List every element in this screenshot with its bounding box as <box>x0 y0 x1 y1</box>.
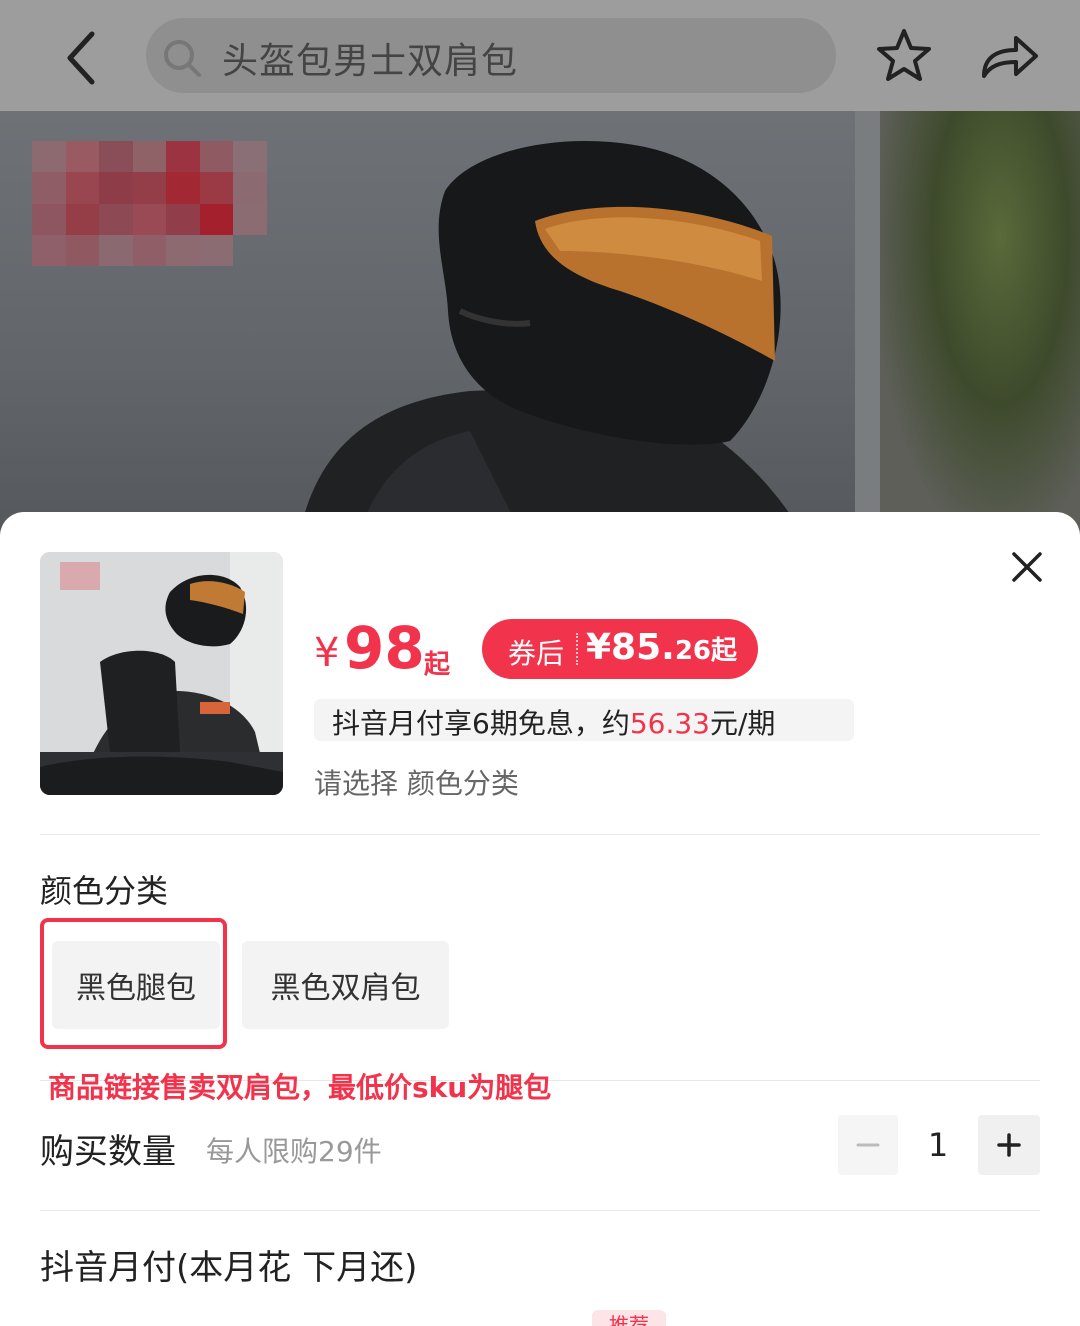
price-suffix: 起 <box>424 650 451 680</box>
close-icon[interactable] <box>1008 548 1046 586</box>
quantity-decrease-button[interactable] <box>838 1115 898 1175</box>
quantity-label: 购买数量 <box>40 1132 176 1172</box>
quantity-value[interactable]: 1 <box>898 1115 978 1175</box>
annotation-highlight-box <box>40 918 227 1049</box>
sku-section-title: 颜色分类 <box>40 872 169 910</box>
product-thumbnail[interactable] <box>40 552 283 795</box>
installment-text: 抖音月付享6期免息，约56.33元/期 <box>332 707 776 740</box>
recommend-badge: 推荐 <box>592 1310 666 1326</box>
select-hint: 请选择 颜色分类 <box>314 767 519 800</box>
coupon-separator <box>576 633 578 665</box>
annotation-note: 商品链接售卖双肩包，最低价sku为腿包 <box>48 1071 552 1104</box>
quantity-limit: 每人限购29件 <box>206 1135 382 1168</box>
share-icon[interactable] <box>978 28 1042 84</box>
quantity-increase-button[interactable] <box>978 1115 1040 1175</box>
coupon-price-badge: 券后 ¥85.26起 <box>482 619 758 679</box>
price-currency: ¥ <box>314 630 340 676</box>
installment-info: 抖音月付享6期免息，约56.33元/期 <box>314 699 854 741</box>
coupon-label: 券后 <box>508 637 565 670</box>
blurred-logo <box>32 141 267 266</box>
divider <box>40 1210 1040 1211</box>
divider <box>40 834 1040 835</box>
coupon-price: ¥85.26起 <box>586 627 738 668</box>
back-icon[interactable] <box>58 28 106 88</box>
payment-section-title: 抖音月付(本月花 下月还) <box>40 1248 418 1288</box>
price-value: 98 <box>344 614 425 682</box>
search-icon <box>164 40 201 77</box>
star-icon[interactable] <box>874 28 934 84</box>
sku-option-black-backpack[interactable]: 黑色双肩包 <box>242 941 449 1029</box>
search-input-text[interactable]: 头盔包男士双肩包 <box>222 32 518 84</box>
hero-product-image <box>0 111 1080 531</box>
